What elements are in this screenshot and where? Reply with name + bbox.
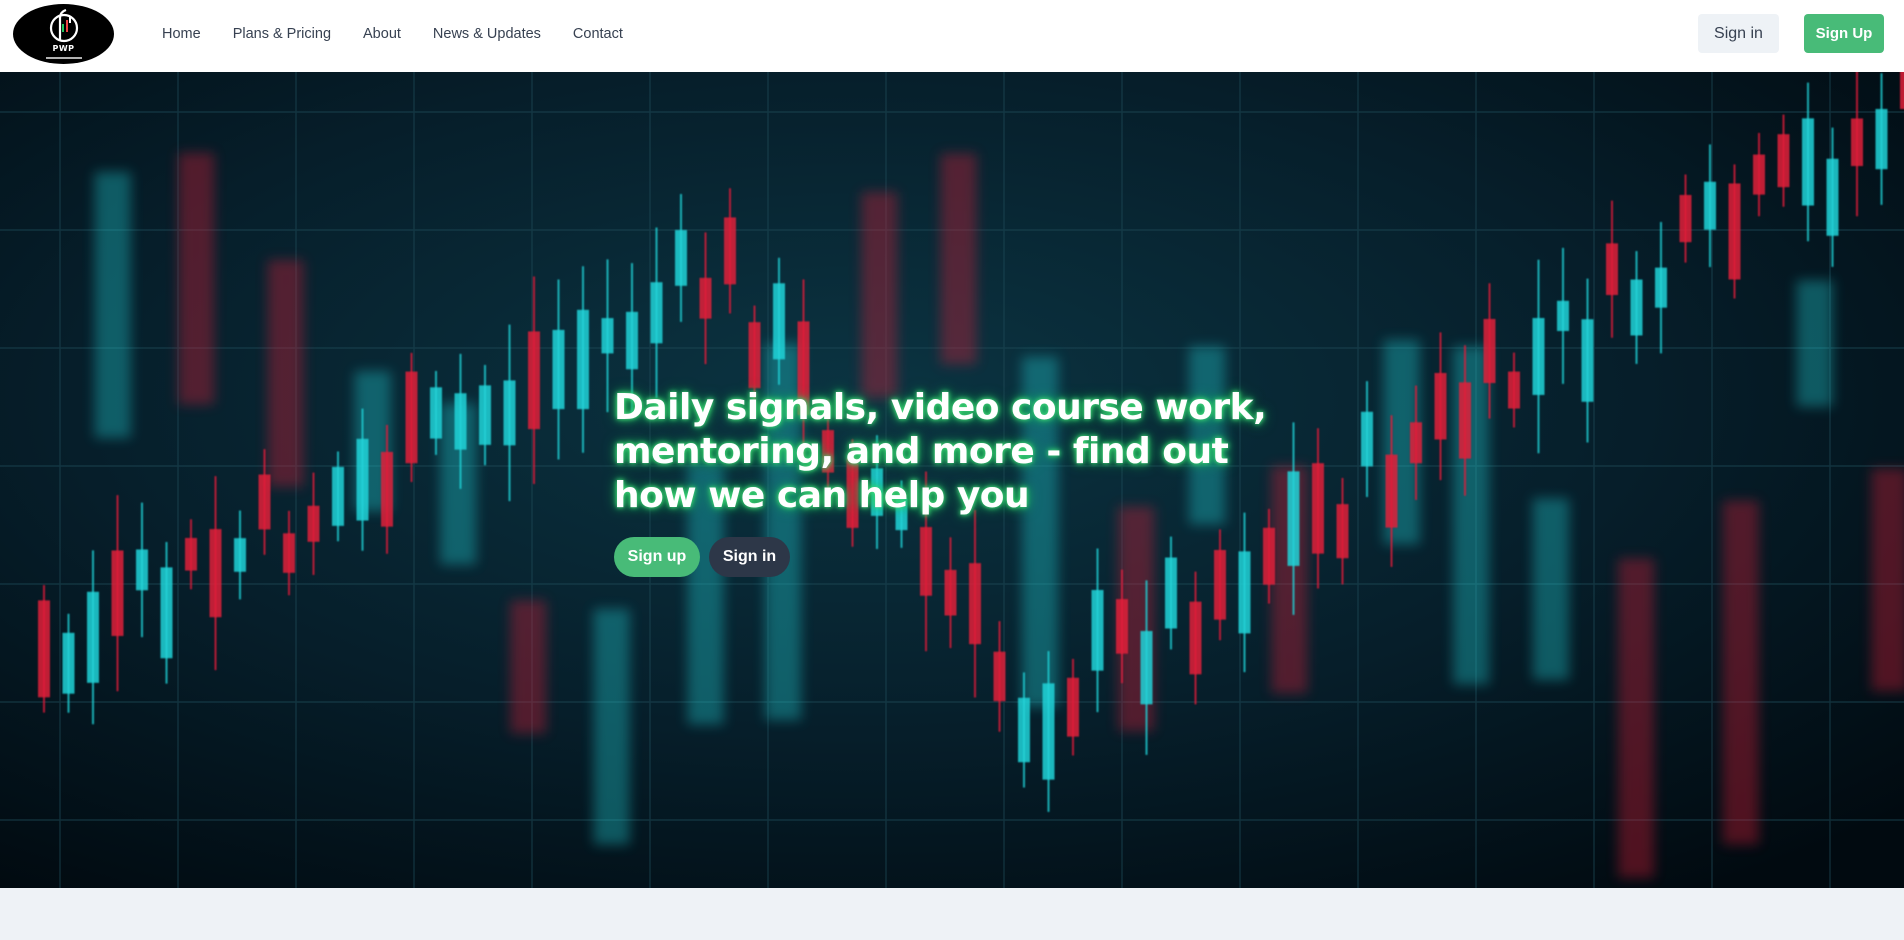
nav-news-updates[interactable]: News & Updates xyxy=(433,26,541,42)
logo[interactable]: PWP xyxy=(13,4,114,64)
candlestick xyxy=(1728,164,1741,299)
background-candle xyxy=(1722,500,1759,845)
background-candle xyxy=(94,172,131,438)
nav-home[interactable]: Home xyxy=(162,26,201,42)
background-candle xyxy=(861,191,898,398)
candlestick xyxy=(405,352,418,482)
hero-section: Daily signals, video course work, mentor… xyxy=(0,72,1904,888)
background-candle xyxy=(1618,558,1655,878)
pwp-logo-icon xyxy=(46,8,82,59)
nav-contact[interactable]: Contact xyxy=(573,26,623,42)
background-candle xyxy=(1796,280,1833,407)
hero-signup-button[interactable]: Sign up xyxy=(614,537,700,577)
site-header: PWP Home Plans & Pricing About News & Up… xyxy=(0,0,1904,72)
hero-signin-button[interactable]: Sign in xyxy=(709,537,790,577)
background-candle xyxy=(1453,346,1490,685)
logo-text: PWP xyxy=(52,44,75,53)
background-candle xyxy=(178,152,215,405)
background-candle xyxy=(1532,498,1569,680)
hero-title: Daily signals, video course work, mentor… xyxy=(614,387,1267,516)
background-candle xyxy=(940,153,977,365)
header-signup-button[interactable]: Sign Up xyxy=(1804,14,1884,53)
nav-about[interactable]: About xyxy=(363,26,401,42)
candlestick xyxy=(38,585,50,713)
nav-plans-pricing[interactable]: Plans & Pricing xyxy=(233,26,331,42)
background-candle xyxy=(510,600,547,734)
background-candle xyxy=(267,259,304,487)
background-candle xyxy=(593,608,630,845)
header-signin-button[interactable]: Sign in xyxy=(1698,14,1779,53)
main-nav: Home Plans & Pricing About News & Update… xyxy=(162,0,623,68)
background-candle xyxy=(1871,468,1904,691)
next-section xyxy=(0,888,1904,940)
